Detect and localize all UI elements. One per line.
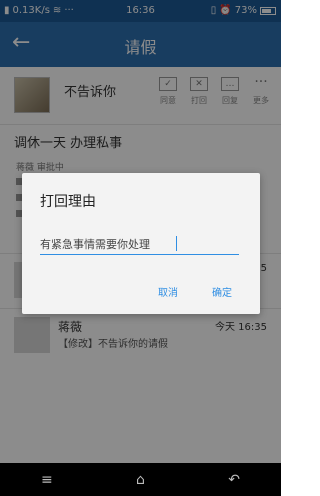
menu-icon[interactable]: ≡ [32,472,62,488]
back-icon[interactable]: ↶ [219,472,249,488]
reject-reason-dialog: 打回理由 取消 确定 [22,173,260,314]
system-nav-bar: ≡ ⌂ ↶ [0,463,281,496]
reason-input[interactable] [40,233,239,255]
home-icon[interactable]: ⌂ [125,472,155,488]
cancel-button[interactable]: 取消 [158,284,178,299]
text-cursor [176,236,177,251]
phone-screen: ▮ 0.13K/s ≋ ··· 16:36 ▯ ⏰ 73% ← 请假 不告诉你 … [0,0,281,496]
confirm-button[interactable]: 确定 [212,284,232,299]
dialog-title: 打回理由 [40,194,96,210]
